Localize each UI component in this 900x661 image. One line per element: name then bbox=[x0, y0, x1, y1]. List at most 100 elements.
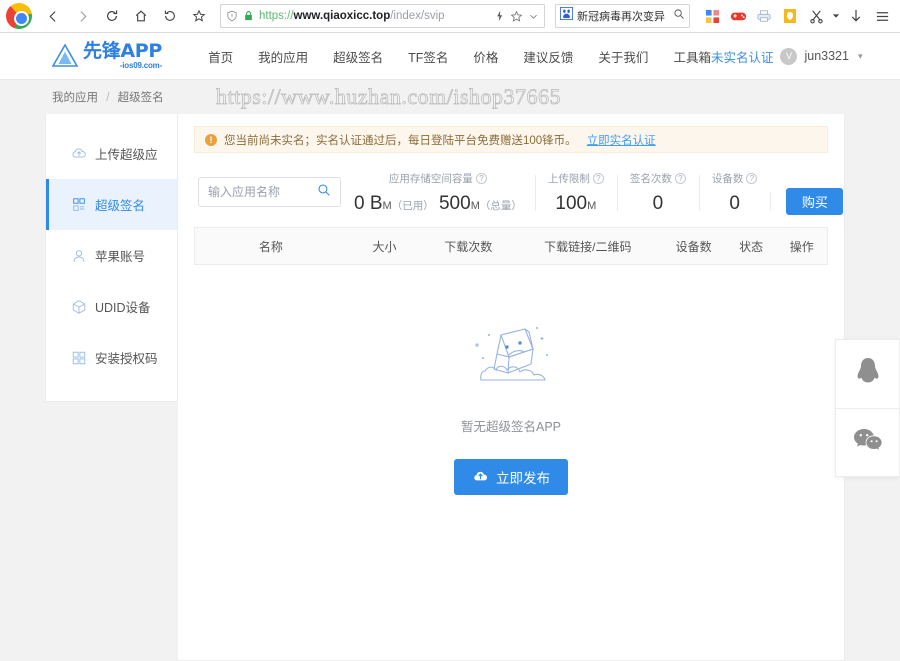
help-icon[interactable]: ? bbox=[475, 173, 487, 184]
url-host: www.qiaoxicc.top bbox=[293, 10, 391, 22]
search-icon[interactable] bbox=[317, 183, 331, 202]
stat-label: 上传限制 ? bbox=[548, 171, 604, 186]
nav-item-home[interactable]: 首页 bbox=[208, 47, 233, 66]
nav-item-feedback[interactable]: 建议反馈 bbox=[523, 47, 573, 66]
avatar[interactable]: V bbox=[780, 47, 798, 65]
stat-label: 设备数 ? bbox=[712, 171, 758, 186]
site-logo[interactable]: 先锋APP -ios09.com- bbox=[51, 40, 163, 70]
chevron-down-icon[interactable]: ▾ bbox=[858, 51, 863, 62]
back-icon[interactable] bbox=[40, 3, 67, 30]
search-input[interactable] bbox=[208, 185, 317, 199]
stat-used-value: 0 B bbox=[354, 193, 383, 214]
apps-grid-icon[interactable] bbox=[700, 4, 724, 28]
gamepad-icon[interactable] bbox=[726, 4, 750, 28]
stat-total-note: （总量） bbox=[479, 200, 522, 212]
sidebar-item-upload-super-app[interactable]: 上传超级应 bbox=[46, 128, 177, 179]
username-label[interactable]: jun3321 bbox=[804, 49, 849, 63]
sidebar-item-label: 安装授权码 bbox=[95, 352, 158, 366]
scissors-dropdown-icon[interactable] bbox=[830, 4, 842, 28]
sidebar-item-udid-device[interactable]: UDID设备 bbox=[46, 281, 177, 332]
stat-upload-limit: 上传限制 ? 100M bbox=[534, 171, 617, 215]
help-icon[interactable]: ? bbox=[592, 173, 604, 184]
star-icon[interactable] bbox=[510, 10, 523, 23]
stats-group: 应用存储空间容量 ? 0 BM（已用） 500M（总量） 上传限制 ? 100M… bbox=[341, 171, 844, 215]
url-text: https://www.qiaoxicc.top/index/svip bbox=[259, 10, 445, 22]
sidebar-item-super-sign[interactable]: 超级签名 bbox=[46, 179, 177, 230]
stat-value: 0 BM（已用） 500M（总量） bbox=[354, 193, 522, 215]
nav-item-tf-sign[interactable]: TF签名 bbox=[408, 47, 448, 66]
realname-verify-link[interactable]: 立即实名认证 bbox=[587, 132, 656, 148]
scissors-icon[interactable] bbox=[804, 4, 828, 28]
reload-icon[interactable] bbox=[98, 3, 125, 30]
stat-used-note: （已用） bbox=[391, 200, 434, 212]
nav-item-about-us[interactable]: 关于我们 bbox=[598, 47, 648, 66]
header-user-area: 未实名认证 V jun3321 ▾ bbox=[711, 47, 863, 66]
browser-search-text: 新冠病毒再次变异 bbox=[577, 11, 665, 23]
nav-item-price[interactable]: 价格 bbox=[473, 47, 498, 66]
logo-mountain-icon bbox=[51, 43, 79, 68]
browser-toolbar: https://www.qiaoxicc.top/index/svip 新冠病毒… bbox=[0, 0, 900, 33]
help-icon[interactable]: ? bbox=[674, 173, 686, 184]
address-bar[interactable]: https://www.qiaoxicc.top/index/svip bbox=[220, 4, 545, 28]
breadcrumb-parent[interactable]: 我的应用 bbox=[52, 92, 98, 104]
column-header-status: 状态 bbox=[739, 239, 764, 254]
empty-state: 暂无超级签名APP 立即发布 bbox=[194, 265, 828, 495]
app-search-box[interactable] bbox=[198, 177, 341, 207]
stat-label-text: 签名次数 bbox=[629, 173, 672, 185]
breadcrumb: 我的应用 / 超级签名 bbox=[52, 89, 164, 105]
page-info-icon[interactable] bbox=[226, 10, 238, 22]
qq-penguin-icon bbox=[855, 357, 881, 392]
signature-grid-icon bbox=[71, 197, 87, 213]
buy-button[interactable]: 购买 bbox=[786, 188, 844, 215]
stat-number: 100 bbox=[555, 193, 588, 214]
nav-item-super-sign[interactable]: 超级签名 bbox=[333, 47, 383, 66]
help-icon[interactable]: ? bbox=[746, 173, 758, 184]
sidebar-item-install-auth-code[interactable]: 安装授权码 bbox=[46, 332, 177, 383]
content-panel: ! 您当前尚未实名；实名认证通过后，每日登陆平台免费赠送100锋币。 立即实名认… bbox=[178, 114, 845, 661]
realname-alert: ! 您当前尚未实名；实名认证通过后，每日登陆平台免费赠送100锋币。 立即实名认… bbox=[194, 126, 828, 153]
breadcrumb-current: 超级签名 bbox=[117, 92, 164, 104]
wechat-contact-button[interactable] bbox=[836, 408, 899, 476]
history-icon[interactable] bbox=[156, 3, 183, 30]
download-icon[interactable] bbox=[844, 4, 868, 28]
stat-label-text: 应用存储空间容量 bbox=[388, 173, 473, 185]
printer-icon[interactable] bbox=[752, 4, 776, 28]
app-table-header: 名称 大小 下载次数 下载链接/二维码 设备数 状态 操作 bbox=[194, 227, 828, 265]
chevron-down-icon[interactable] bbox=[528, 11, 539, 22]
column-header-actions: 操作 bbox=[789, 239, 814, 254]
qq-contact-button[interactable] bbox=[836, 340, 899, 408]
warning-icon: ! bbox=[205, 133, 217, 146]
stat-label: 签名次数 ? bbox=[630, 171, 686, 186]
home-icon[interactable] bbox=[127, 3, 154, 30]
user-icon bbox=[71, 248, 87, 264]
column-header-link-qrcode: 下载链接/二维码 bbox=[544, 239, 632, 254]
logo-title: 先锋APP bbox=[83, 40, 163, 62]
sidebar-item-label: 上传超级应 bbox=[95, 148, 158, 162]
browser-search-box[interactable]: 新冠病毒再次变异 bbox=[555, 4, 690, 28]
sidebar-item-label: 超级签名 bbox=[95, 199, 146, 213]
nav-item-toolbox[interactable]: 工具箱 bbox=[673, 47, 711, 66]
site-header: 先锋APP -ios09.com- 首页 我的应用 超级签名 TF签名 价格 建… bbox=[0, 33, 900, 80]
stat-value: 100M bbox=[555, 193, 596, 215]
main-nav: 首页 我的应用 超级签名 TF签名 价格 建议反馈 关于我们 工具箱 bbox=[208, 47, 711, 66]
sidebar-item-apple-account[interactable]: 苹果账号 bbox=[46, 230, 177, 281]
url-scheme: https:// bbox=[259, 10, 294, 22]
wechat-icon bbox=[853, 427, 883, 458]
stat-unit: M bbox=[587, 200, 597, 212]
publish-button-label: 立即发布 bbox=[496, 471, 550, 486]
logo-subtitle: -ios09.com- bbox=[119, 61, 163, 70]
stat-value: 0 bbox=[729, 193, 740, 214]
shield-icon[interactable] bbox=[778, 4, 802, 28]
sad-box-icon bbox=[463, 323, 559, 402]
sidebar: 上传超级应 超级签名 苹果账号 UDID设备 安装授权码 bbox=[45, 114, 178, 402]
lightning-icon[interactable] bbox=[494, 10, 505, 22]
search-icon[interactable] bbox=[673, 7, 685, 25]
forward-icon[interactable] bbox=[69, 3, 96, 30]
cloud-upload-icon bbox=[472, 469, 489, 486]
menu-icon[interactable] bbox=[870, 4, 894, 28]
publish-now-button[interactable]: 立即发布 bbox=[454, 459, 568, 495]
unverified-badge[interactable]: 未实名认证 bbox=[711, 47, 774, 66]
bookmark-star-icon[interactable] bbox=[185, 3, 212, 30]
stat-used-unit: M bbox=[382, 200, 392, 212]
nav-item-my-apps[interactable]: 我的应用 bbox=[258, 47, 308, 66]
